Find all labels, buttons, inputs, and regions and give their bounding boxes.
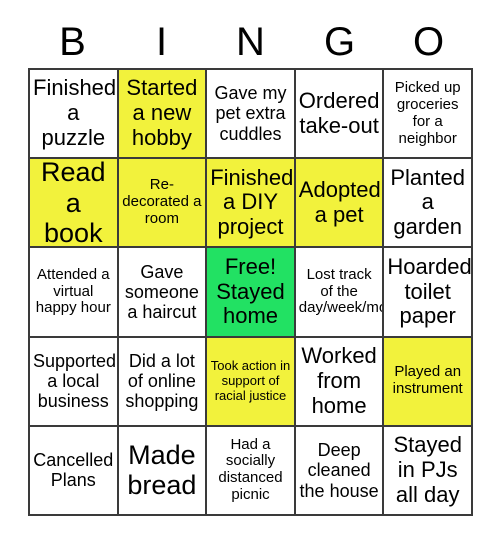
bingo-cell-label: Had a socially distanced picnic	[218, 435, 283, 504]
bingo-cell[interactable]: Re-decorated a room	[118, 159, 208, 249]
bingo-cell[interactable]: Made bread	[118, 426, 208, 516]
bingo-cell-label: Finished a puzzle	[33, 75, 117, 151]
bingo-cell-label: Gave my pet extra cuddles	[214, 83, 287, 144]
bingo-cell[interactable]: Cancelled Plans	[30, 426, 119, 516]
bingo-cell-label: Gave someone a haircut	[124, 261, 199, 323]
bingo-cell-label: Stayed in PJs all day	[393, 432, 462, 507]
bingo-grid: Finished a puzzle Started a new hobby Gave…	[28, 68, 473, 516]
bingo-cell-label: Hoarded toilet paper	[387, 253, 472, 329]
bingo-cell-label: Took action in support of racial justice	[210, 358, 291, 403]
bingo-cell[interactable]: Gave my pet extra cuddles	[207, 70, 296, 160]
bingo-cell-label: Ordered take-out	[298, 87, 380, 138]
bingo-cell[interactable]: Planted a garden	[384, 159, 473, 249]
header-letter-b: B	[59, 20, 86, 64]
bingo-cell[interactable]: Lost track of the day/week/month	[295, 248, 385, 338]
bingo-cell-label: Free! Stayed home	[216, 253, 285, 329]
bingo-cell-label: Re-decorated a room	[122, 176, 202, 228]
bingo-cell[interactable]: Played an instrument	[384, 337, 473, 427]
bingo-cell-label: Cancelled Plans	[33, 450, 114, 491]
bingo-cell-label: Started a new hobby	[126, 75, 198, 151]
bingo-cell[interactable]: Gave someone a haircut	[118, 248, 208, 338]
bingo-cell-label: Finished a DIY project	[210, 164, 294, 240]
bingo-header: B I N G O	[28, 16, 473, 68]
bingo-cell[interactable]: Attended a virtual happy hour	[30, 248, 119, 338]
bingo-cell[interactable]: Finished a puzzle	[30, 70, 119, 160]
bingo-cell[interactable]: Finished a DIY project	[207, 159, 296, 249]
header-letter-g: G	[323, 20, 356, 64]
bingo-cell-label: Made bread	[127, 439, 197, 501]
bingo-cell-label: Deep cleaned the house	[299, 439, 379, 501]
bingo-cell-label: Supported a local business	[33, 350, 117, 412]
bingo-cell[interactable]: Supported a local business	[30, 337, 119, 427]
bingo-cell[interactable]: Hoarded toilet paper	[384, 248, 473, 338]
bingo-cell[interactable]: Picked up groceries for a neighbor	[384, 70, 473, 160]
bingo-cell[interactable]: Had a socially distanced picnic	[207, 426, 296, 516]
header-letter-n: N	[236, 20, 265, 64]
bingo-cell-label: Played an instrument	[392, 363, 463, 398]
bingo-cell-label: Attended a virtual happy hour	[35, 265, 111, 317]
bingo-cell-label: Picked up groceries for a neighbor	[394, 78, 461, 147]
bingo-cell[interactable]: Read a book	[30, 159, 119, 249]
bingo-cell[interactable]: Deep cleaned the house	[295, 426, 385, 516]
bingo-cell[interactable]: Worked from home	[295, 337, 385, 427]
bingo-cell-label: Read a book	[41, 159, 106, 249]
header-letter-i: I	[155, 20, 168, 64]
bingo-cell[interactable]: Started a new hobby	[118, 70, 208, 160]
bingo-cell[interactable]: Ordered take-out	[295, 70, 385, 160]
bingo-cell[interactable]: Stayed in PJs all day	[384, 426, 473, 516]
header-letter-o: O	[412, 20, 445, 64]
bingo-card: B I N G O Finished a puzzle Started a new…	[0, 0, 500, 544]
bingo-cell-label: Planted a garden	[390, 164, 465, 240]
bingo-cell[interactable]: Took action in support of racial justice	[207, 337, 296, 427]
bingo-cell[interactable]: Did a lot of online shopping	[118, 337, 208, 427]
bingo-cell-label: Lost track of the day/week/month	[298, 265, 383, 317]
bingo-cell-label: Did a lot of online shopping	[125, 350, 199, 412]
bingo-cell[interactable]: Adopted a pet	[295, 159, 385, 249]
bingo-cell-label: Adopted a pet	[298, 176, 381, 227]
bingo-cell-label: Worked from home	[301, 342, 377, 418]
bingo-cell-free-space[interactable]: Free! Stayed home	[207, 248, 296, 338]
